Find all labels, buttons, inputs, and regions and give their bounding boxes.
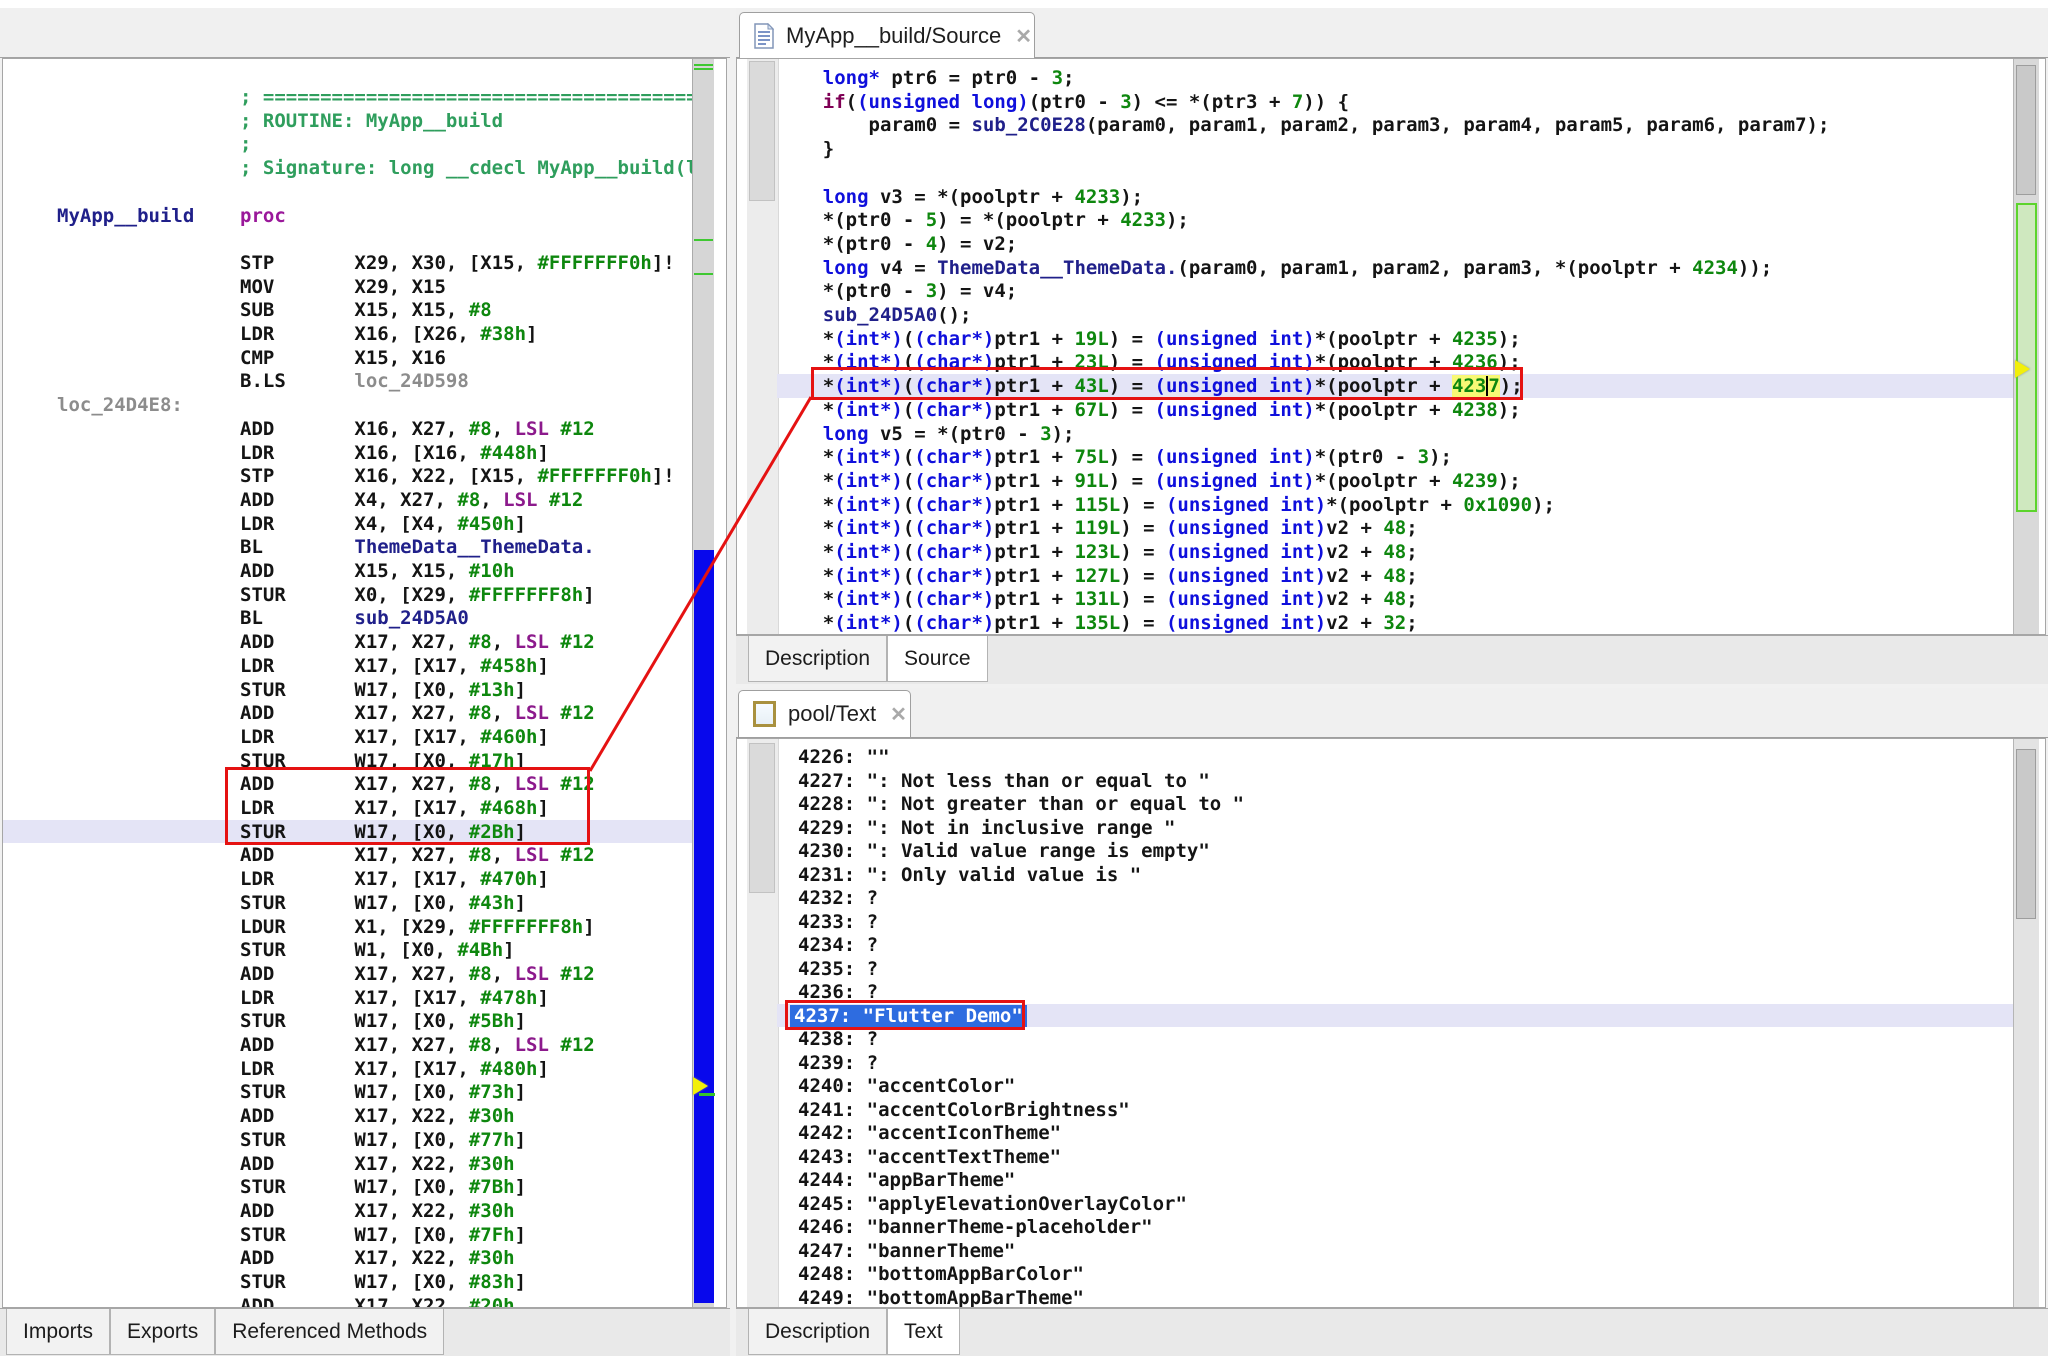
ruler-tick	[694, 68, 713, 70]
pool-tab-title: pool/Text	[788, 701, 876, 727]
ruler-range-marker-green	[2016, 203, 2037, 512]
disassembly-overview-ruler[interactable]	[692, 59, 714, 1307]
tab-exports[interactable]: Exports	[110, 1309, 215, 1355]
scrollbar-thumb[interactable]	[749, 61, 775, 201]
annotation-box-source-line	[811, 367, 1523, 400]
ruler-tick	[694, 64, 713, 66]
disassembly-editor[interactable]: ; ======================================…	[2, 58, 727, 1308]
source-left-scrollbar[interactable]	[747, 59, 779, 634]
source-editor[interactable]: long* ptr6 = ptr0 - 3; if((unsigned long…	[736, 58, 2046, 635]
scrollbar-thumb[interactable]	[2016, 65, 2036, 195]
close-icon[interactable]: ✕	[890, 702, 907, 727]
ruler-tick	[694, 273, 713, 275]
pool-editor-tabbar: pool/Text ✕	[736, 688, 2048, 738]
annotation-box-assembly	[225, 767, 590, 845]
pool-item-icon	[753, 701, 776, 727]
ruler-range-marker-blue	[694, 550, 714, 1303]
pool-left-scrollbar[interactable]	[747, 739, 779, 1307]
tab-text[interactable]: Text	[887, 1309, 960, 1355]
source-editor-tabbar: MyApp__build/Source ✕	[736, 8, 2048, 58]
window-top-strip	[0, 0, 2048, 8]
tab-referenced-methods[interactable]: Referenced Methods	[215, 1309, 444, 1355]
annotation-box-pool-entry	[785, 1000, 1025, 1030]
current-position-arrow-icon	[693, 1077, 708, 1095]
source-overview-ruler[interactable]	[2013, 59, 2039, 634]
tab-description[interactable]: Description	[748, 1309, 887, 1355]
document-icon	[754, 23, 774, 49]
pool-view-tabbar: DescriptionText	[736, 1308, 2048, 1356]
scrollbar-thumb[interactable]	[2016, 749, 2036, 919]
left-empty-tabbar	[0, 8, 730, 58]
tab-description[interactable]: Description	[748, 636, 887, 682]
tab-myapp-build-source[interactable]: MyApp__build/Source ✕	[739, 12, 1035, 59]
source-tab-title: MyApp__build/Source	[786, 23, 1001, 49]
source-view-tabbar: DescriptionSource	[736, 635, 2048, 684]
pool-overview-ruler[interactable]	[2013, 739, 2039, 1307]
tab-source[interactable]: Source	[887, 636, 988, 682]
scrollbar-thumb[interactable]	[749, 743, 775, 893]
tab-pool-text[interactable]: pool/Text ✕	[738, 690, 911, 737]
left-view-tabbar: ImportsExportsReferenced Methods	[0, 1308, 730, 1356]
close-icon[interactable]: ✕	[1015, 24, 1032, 49]
ruler-tick	[694, 239, 713, 241]
current-position-arrow-icon	[2015, 360, 2030, 378]
tab-imports[interactable]: Imports	[6, 1309, 110, 1355]
